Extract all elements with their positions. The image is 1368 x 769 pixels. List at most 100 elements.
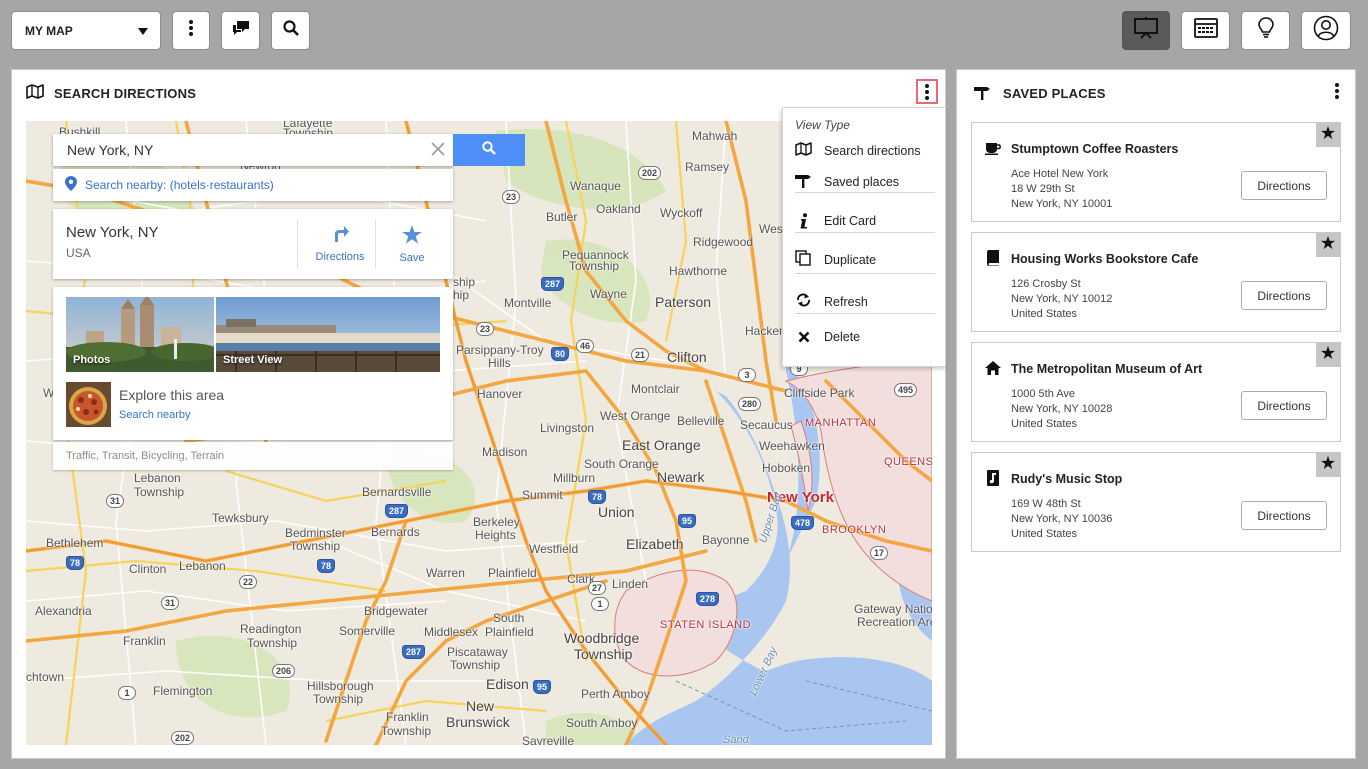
menu-divider — [795, 192, 935, 193]
map-search-input[interactable]: New York, NY — [53, 134, 453, 166]
directions-button[interactable]: Directions — [1241, 281, 1327, 310]
saved-place-card[interactable]: The Metropolitan Museum of Art 1000 5th … — [971, 342, 1341, 442]
map-label: Township — [574, 646, 633, 662]
map-label: East Orange — [622, 437, 701, 453]
place-address-line: New York, NY 10012 — [1011, 293, 1113, 305]
search-nearby-bar[interactable]: Search nearby: (hotels·restaurants) — [53, 169, 453, 201]
menu-item-label: Refresh — [824, 294, 868, 309]
favorite-star-button[interactable] — [1316, 123, 1340, 147]
search-input-value: New York, NY — [67, 142, 154, 158]
map-search-button[interactable] — [453, 134, 525, 166]
map-label: STATEN ISLAND — [660, 619, 752, 631]
menu-item-label: Delete — [824, 330, 861, 344]
directions-button[interactable]: Directions — [1241, 171, 1327, 200]
search-icon — [482, 140, 496, 160]
favorite-star-button[interactable] — [1316, 233, 1340, 257]
interstate-shield: 80 — [551, 347, 570, 361]
explore-title: Explore this area — [119, 387, 225, 403]
search-icon — [282, 20, 299, 41]
clear-icon[interactable] — [431, 139, 445, 160]
menu-divider — [795, 313, 935, 314]
map-label: Linden — [612, 577, 649, 591]
menu-title: View Type — [795, 118, 850, 132]
result-directions-button[interactable]: Directions — [300, 209, 380, 279]
directions-button[interactable]: Directions — [1241, 501, 1327, 530]
map-label: Warren — [426, 566, 465, 580]
place-address-line: 1000 5th Ave — [1011, 388, 1076, 400]
menu-item-delete[interactable]: Delete — [795, 330, 860, 344]
more-options-button[interactable] — [172, 11, 210, 50]
map-label: Newark — [657, 469, 705, 485]
explore-thumbnail[interactable] — [66, 382, 111, 427]
coffee-icon — [985, 140, 1001, 156]
place-address-line: United States — [1011, 528, 1078, 540]
directions-button[interactable]: Directions — [1241, 391, 1327, 420]
map-label: Cliffside Park — [784, 386, 855, 400]
map-layers-options[interactable]: Traffic, Transit, Bicycling, Terrain — [53, 442, 453, 470]
lightbulb-icon — [1257, 17, 1274, 44]
map-label: Township — [569, 259, 620, 273]
directions-arrow-icon — [331, 225, 349, 246]
map-label: QUEENS — [884, 456, 932, 468]
photos-thumbnail[interactable]: Photos — [66, 297, 214, 372]
interstate-shield: 287 — [385, 504, 409, 518]
map-label: Wyckoff — [660, 206, 703, 220]
panel-header: SAVED PLACES — [974, 84, 1106, 103]
interstate-shield: 278 — [696, 592, 720, 606]
menu-item-duplicate[interactable]: Duplicate — [795, 250, 876, 269]
search-nearby-link[interactable]: (hotels·restaurants) — [170, 178, 274, 192]
map-label: Franklin — [386, 710, 429, 724]
menu-item-search-directions[interactable]: Search directions — [795, 142, 921, 159]
street-view-thumbnail[interactable]: Street View — [216, 297, 440, 372]
menu-item-refresh[interactable]: Refresh — [795, 292, 868, 311]
map-label: Township — [247, 636, 298, 650]
map-label: Plainfield — [485, 625, 534, 639]
favorite-star-button[interactable] — [1316, 453, 1340, 477]
interstate-shield: 78 — [66, 556, 85, 570]
comments-button[interactable] — [221, 11, 260, 50]
music-note-icon — [985, 470, 1001, 486]
map-label: ship — [453, 275, 476, 289]
user-profile-button[interactable] — [1301, 11, 1351, 50]
map-label: Livingston — [540, 421, 595, 435]
map-label: Bridgewater — [364, 604, 429, 618]
map-label: Franklin — [123, 634, 166, 648]
map-label: Perth Amboy — [581, 687, 650, 701]
interstate-shield: 78 — [317, 559, 336, 573]
result-save-button[interactable]: Save — [372, 209, 452, 279]
map-label: Lebanon — [179, 559, 226, 573]
map-label: Union — [598, 504, 635, 520]
menu-divider — [795, 232, 935, 233]
saved-place-card[interactable]: Housing Works Bookstore Cafe 126 Crosby … — [971, 232, 1341, 332]
vertical-ellipsis-icon — [189, 20, 193, 41]
view-type-menu: View Type Search directions Saved places… — [782, 107, 946, 367]
place-name: Stumptown Coffee Roasters — [1011, 142, 1179, 156]
search-button[interactable] — [271, 11, 310, 50]
info-icon — [795, 213, 812, 229]
map-label: Bayonne — [702, 533, 750, 547]
presentation-button[interactable] — [1122, 11, 1170, 50]
explore-media-card: Photos Street View Explore this area Sea… — [53, 287, 453, 440]
map-label: South — [493, 611, 525, 625]
map-label: Tewksbury — [212, 511, 269, 525]
map-select-dropdown[interactable]: MY MAP — [11, 11, 161, 50]
panel-menu-button[interactable] — [916, 79, 938, 104]
top-toolbar: MY MAP — [0, 0, 1368, 60]
map-label: hip — [453, 288, 470, 302]
route-shield: 202 — [171, 731, 195, 745]
menu-item-saved-places[interactable]: Saved places — [795, 172, 899, 191]
map-label: Millburn — [553, 471, 596, 485]
star-icon — [1321, 455, 1335, 475]
saved-place-card[interactable]: Rudy's Music Stop 169 W 48th St New York… — [971, 452, 1341, 552]
menu-item-edit-card[interactable]: Edit Card — [795, 213, 876, 229]
calendar-button[interactable] — [1181, 11, 1230, 50]
favorite-star-button[interactable] — [1316, 343, 1340, 367]
map-icon — [795, 142, 812, 159]
map-label: Alexandria — [35, 604, 92, 618]
saved-place-card[interactable]: Stumptown Coffee Roasters Ace Hotel New … — [971, 122, 1341, 222]
menu-item-label: Search directions — [824, 143, 921, 158]
result-subtitle: USA — [66, 246, 91, 260]
lightbulb-button[interactable] — [1241, 11, 1290, 50]
explore-search-nearby-link[interactable]: Search nearby — [119, 409, 191, 421]
panel-menu-button[interactable] — [1329, 80, 1345, 102]
